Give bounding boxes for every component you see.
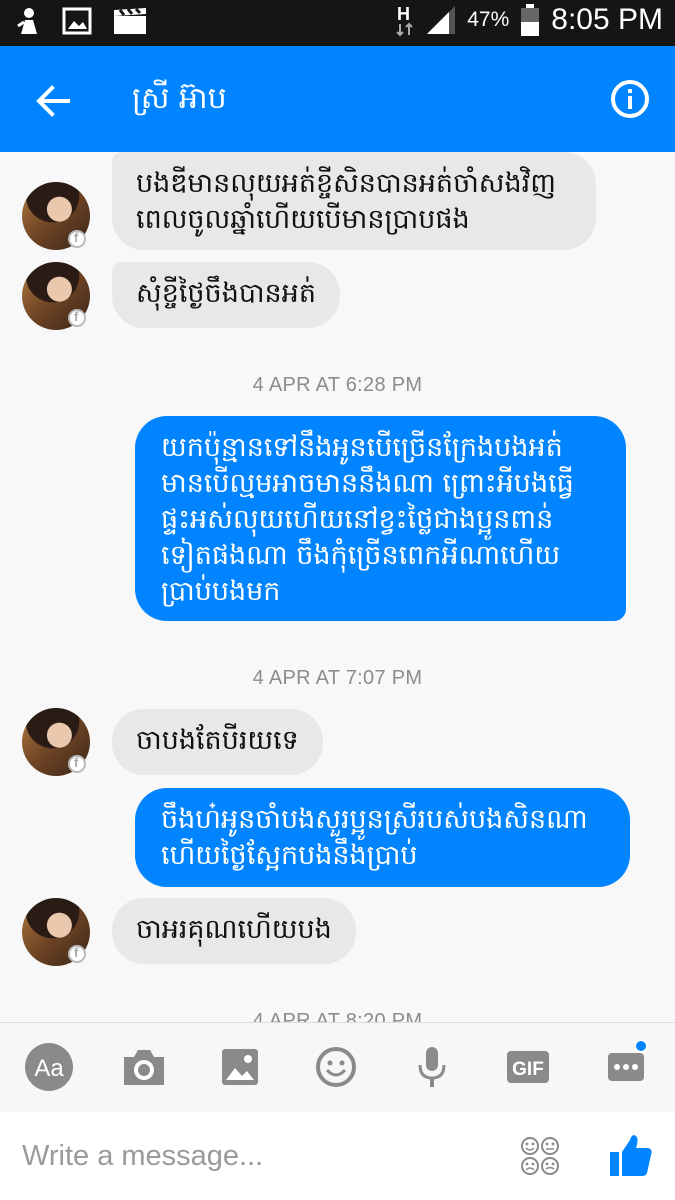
message-bubble-incoming[interactable]: ចាអរគុណហើយបង [112,898,356,964]
notification-icon [17,8,37,34]
sticker-button[interactable] [516,1132,564,1180]
timestamp: 4 APR AT 7:07 PM [252,667,423,689]
status-time: 8:05 PM [551,3,663,36]
composer-toolbar: Aa GIF [0,1022,675,1112]
more-icon [608,1053,644,1081]
thumbs-up-icon [610,1135,652,1176]
timestamp: 4 APR AT 8:20 PM [252,1010,423,1022]
image-button[interactable] [216,1043,264,1091]
message-input[interactable] [22,1134,482,1178]
microphone-icon [418,1047,446,1087]
battery-icon [521,4,540,36]
arrow-left-icon [36,85,70,117]
gif-icon: GIF [507,1051,549,1083]
gif-label: GIF [512,1059,544,1080]
camera-icon [124,1050,164,1085]
back-button[interactable] [28,77,76,125]
gallery-icon [62,7,92,35]
like-button[interactable] [606,1130,654,1180]
facebook-badge-icon [68,755,86,773]
facebook-badge-icon [68,945,86,963]
text-format-button[interactable]: Aa [24,1043,74,1091]
status-icons-right: H 47% 8:05 PM [395,2,663,38]
network-icon: H [396,4,413,37]
emoji-icon [316,1047,356,1087]
emoji-button[interactable] [312,1043,360,1091]
app-bar: ស្រី អ៊ាប [0,46,675,152]
media-icon [114,7,146,34]
text-format-icon: Aa [25,1043,73,1091]
message-bubble-incoming[interactable]: បងឌីមានលុយអត់ខ្ចីសិនបានអត់ចាំសងវិញពេលចូល… [112,152,596,250]
status-icons-left [16,6,148,36]
battery-percent: 47% [467,8,510,31]
timestamp: 4 APR AT 6:28 PM [252,374,423,396]
network-type-label: H [397,4,410,24]
notification-dot [634,1039,648,1053]
message-bubble-incoming[interactable]: ចាបងតែបីរយទេ [112,709,323,775]
sticker-icon [521,1137,559,1175]
signal-icon [427,6,456,34]
info-button[interactable] [608,77,652,121]
status-bar: H 47% 8:05 PM [0,0,675,46]
text-format-label: Aa [34,1055,64,1082]
info-icon [611,80,649,118]
image-icon [222,1049,258,1085]
message-bubble-outgoing[interactable]: យកប៉ុន្មានទៅនឹងអូនបើច្រើនក្រែងបងអត់មានបើ… [135,416,626,621]
gif-button[interactable]: GIF [504,1043,552,1091]
microphone-button[interactable] [408,1043,456,1091]
message-list[interactable]: បងឌីមានលុយអត់ខ្ចីសិនបានអត់ចាំសងវិញពេលចូល… [0,152,675,1022]
camera-button[interactable] [120,1043,168,1091]
facebook-badge-icon [68,309,86,327]
compose-bar [0,1112,675,1200]
message-bubble-outgoing[interactable]: ចឹងហ៎អូនចាំបងសួរប្អូនស្រីរបស់បងសិនណាហើយថ… [135,788,630,887]
conversation-title[interactable]: ស្រី អ៊ាប [132,77,227,121]
message-bubble-incoming[interactable]: សុំខ្ចីថ្ងៃចឹងបានអត់ [112,262,340,328]
facebook-badge-icon [68,230,86,248]
